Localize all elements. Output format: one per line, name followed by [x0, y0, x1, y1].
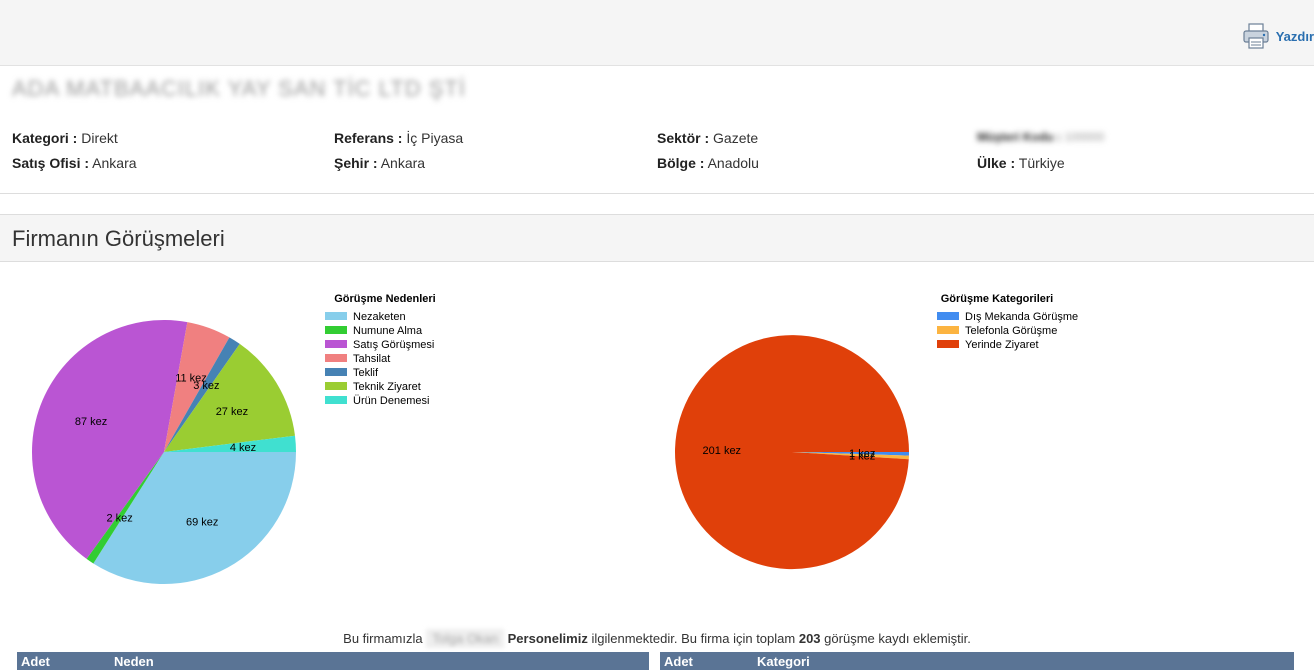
info-value: Türkiye	[1018, 155, 1065, 171]
print-label[interactable]: Yazdır	[1276, 29, 1314, 44]
summary-personel: Personelimiz	[507, 631, 588, 646]
legend-title: Görüşme Nedenleri	[334, 293, 435, 305]
col-neden[interactable]: Neden	[114, 654, 154, 669]
info-satis-ofisi: Satış Ofisi : Ankara	[12, 155, 137, 171]
summary-suffix: görüşme kaydı eklemiştir.	[824, 631, 971, 646]
info-value: Ankara	[92, 155, 137, 171]
info-value: Ankara	[380, 155, 426, 171]
pie-data-label: 87 kez	[75, 416, 107, 428]
info-bolge: Bölge : Anadolu	[657, 155, 759, 171]
legend-swatch	[325, 340, 347, 348]
info-sehir: Şehir : Ankara	[334, 155, 425, 171]
section-header: Firmanın Görüşmeleri	[0, 214, 1314, 262]
legend-label: Yerinde Ziyaret	[965, 339, 1039, 351]
pie-data-label: 69 kez	[186, 516, 218, 528]
info-value: Anadolu	[707, 155, 759, 171]
info-musteri-kodu: Müşteri Kodu : 100000	[977, 130, 1104, 144]
info-label: Bölge :	[657, 155, 705, 171]
info-label: Ülke :	[977, 155, 1016, 171]
legend-swatch	[325, 382, 347, 390]
legend-label: Dış Mekanda Görüşme	[965, 311, 1078, 323]
info-label: Referans :	[334, 130, 403, 146]
col-adet[interactable]: Adet	[21, 654, 50, 669]
categories-table-header: Adet Kategori	[660, 652, 1294, 670]
legend-title: Görüşme Kategorileri	[941, 293, 1053, 305]
info-value: İç Piyasa	[406, 130, 464, 146]
info-value: Gazete	[713, 130, 759, 146]
info-referans: Referans : İç Piyasa	[334, 130, 463, 146]
legend-swatch	[325, 326, 347, 334]
top-bar: Yazdır	[0, 0, 1314, 66]
legend-swatch	[325, 368, 347, 376]
legend-swatch	[937, 340, 959, 348]
divider	[0, 193, 1314, 194]
summary-prefix: Bu firmamızla	[343, 631, 423, 646]
info-label: Kategori :	[12, 130, 78, 146]
info-sektor: Sektör : Gazete	[657, 130, 758, 146]
personnel-name: Tolga Okan	[426, 629, 505, 648]
print-button[interactable]: Yazdır	[1242, 22, 1314, 50]
reasons-pie-chart: 69 kez2 kez87 kez11 kez3 kez27 kez4 kezG…	[31, 293, 436, 585]
info-value: 100000	[1064, 130, 1105, 144]
legend-swatch	[325, 354, 347, 362]
summary-line: Bu firmamızla Tolga Okan Personelimiz il…	[0, 629, 1314, 648]
legend-label: Teknik Ziyaret	[353, 381, 421, 393]
info-ulke: Ülke : Türkiye	[977, 155, 1065, 171]
legend-label: Nezaketen	[353, 311, 406, 323]
legend-label: Ürün Denemesi	[353, 395, 429, 407]
legend-label: Tahsilat	[353, 353, 390, 365]
section-title: Firmanın Görüşmeleri	[12, 226, 225, 251]
info-value: Direkt	[81, 130, 118, 146]
pie-data-label: 201 kez	[703, 445, 742, 457]
col-adet[interactable]: Adet	[664, 654, 693, 669]
legend-swatch	[937, 312, 959, 320]
legend-label: Numune Alma	[353, 325, 423, 337]
legend-label: Teklif	[353, 367, 379, 379]
legend-label: Telefonla Görüşme	[965, 325, 1057, 337]
company-name: ADA MATBAACILIK YAY SAN TİC LTD ŞTİ	[12, 76, 466, 101]
info-label: Müşteri Kodu :	[977, 130, 1061, 144]
info-label: Şehir :	[334, 155, 378, 171]
printer-icon	[1243, 23, 1269, 49]
pie-data-label: 27 kez	[216, 406, 248, 418]
pie-data-label: 1 kez	[849, 450, 875, 462]
info-label: Sektör :	[657, 130, 710, 146]
legend-swatch	[937, 326, 959, 334]
pie-data-label: 4 kez	[230, 442, 256, 454]
legend-swatch	[325, 396, 347, 404]
info-label: Satış Ofisi :	[12, 155, 90, 171]
reasons-table-header: Adet Neden	[17, 652, 649, 670]
info-kategori: Kategori : Direkt	[12, 130, 118, 146]
summary-total: 203	[798, 631, 821, 646]
pie-data-label: 2 kez	[106, 513, 132, 525]
categories-pie-chart: 1 kez1 kez201 kezGörüşme KategorileriDış…	[675, 293, 1078, 570]
col-kategori[interactable]: Kategori	[757, 654, 810, 669]
legend-swatch	[325, 312, 347, 320]
pie-data-label: 3 kez	[193, 380, 219, 392]
legend-label: Satış Görüşmesi	[353, 339, 434, 351]
summary-middle: ilgilenmektedir. Bu firma için toplam	[591, 631, 796, 646]
